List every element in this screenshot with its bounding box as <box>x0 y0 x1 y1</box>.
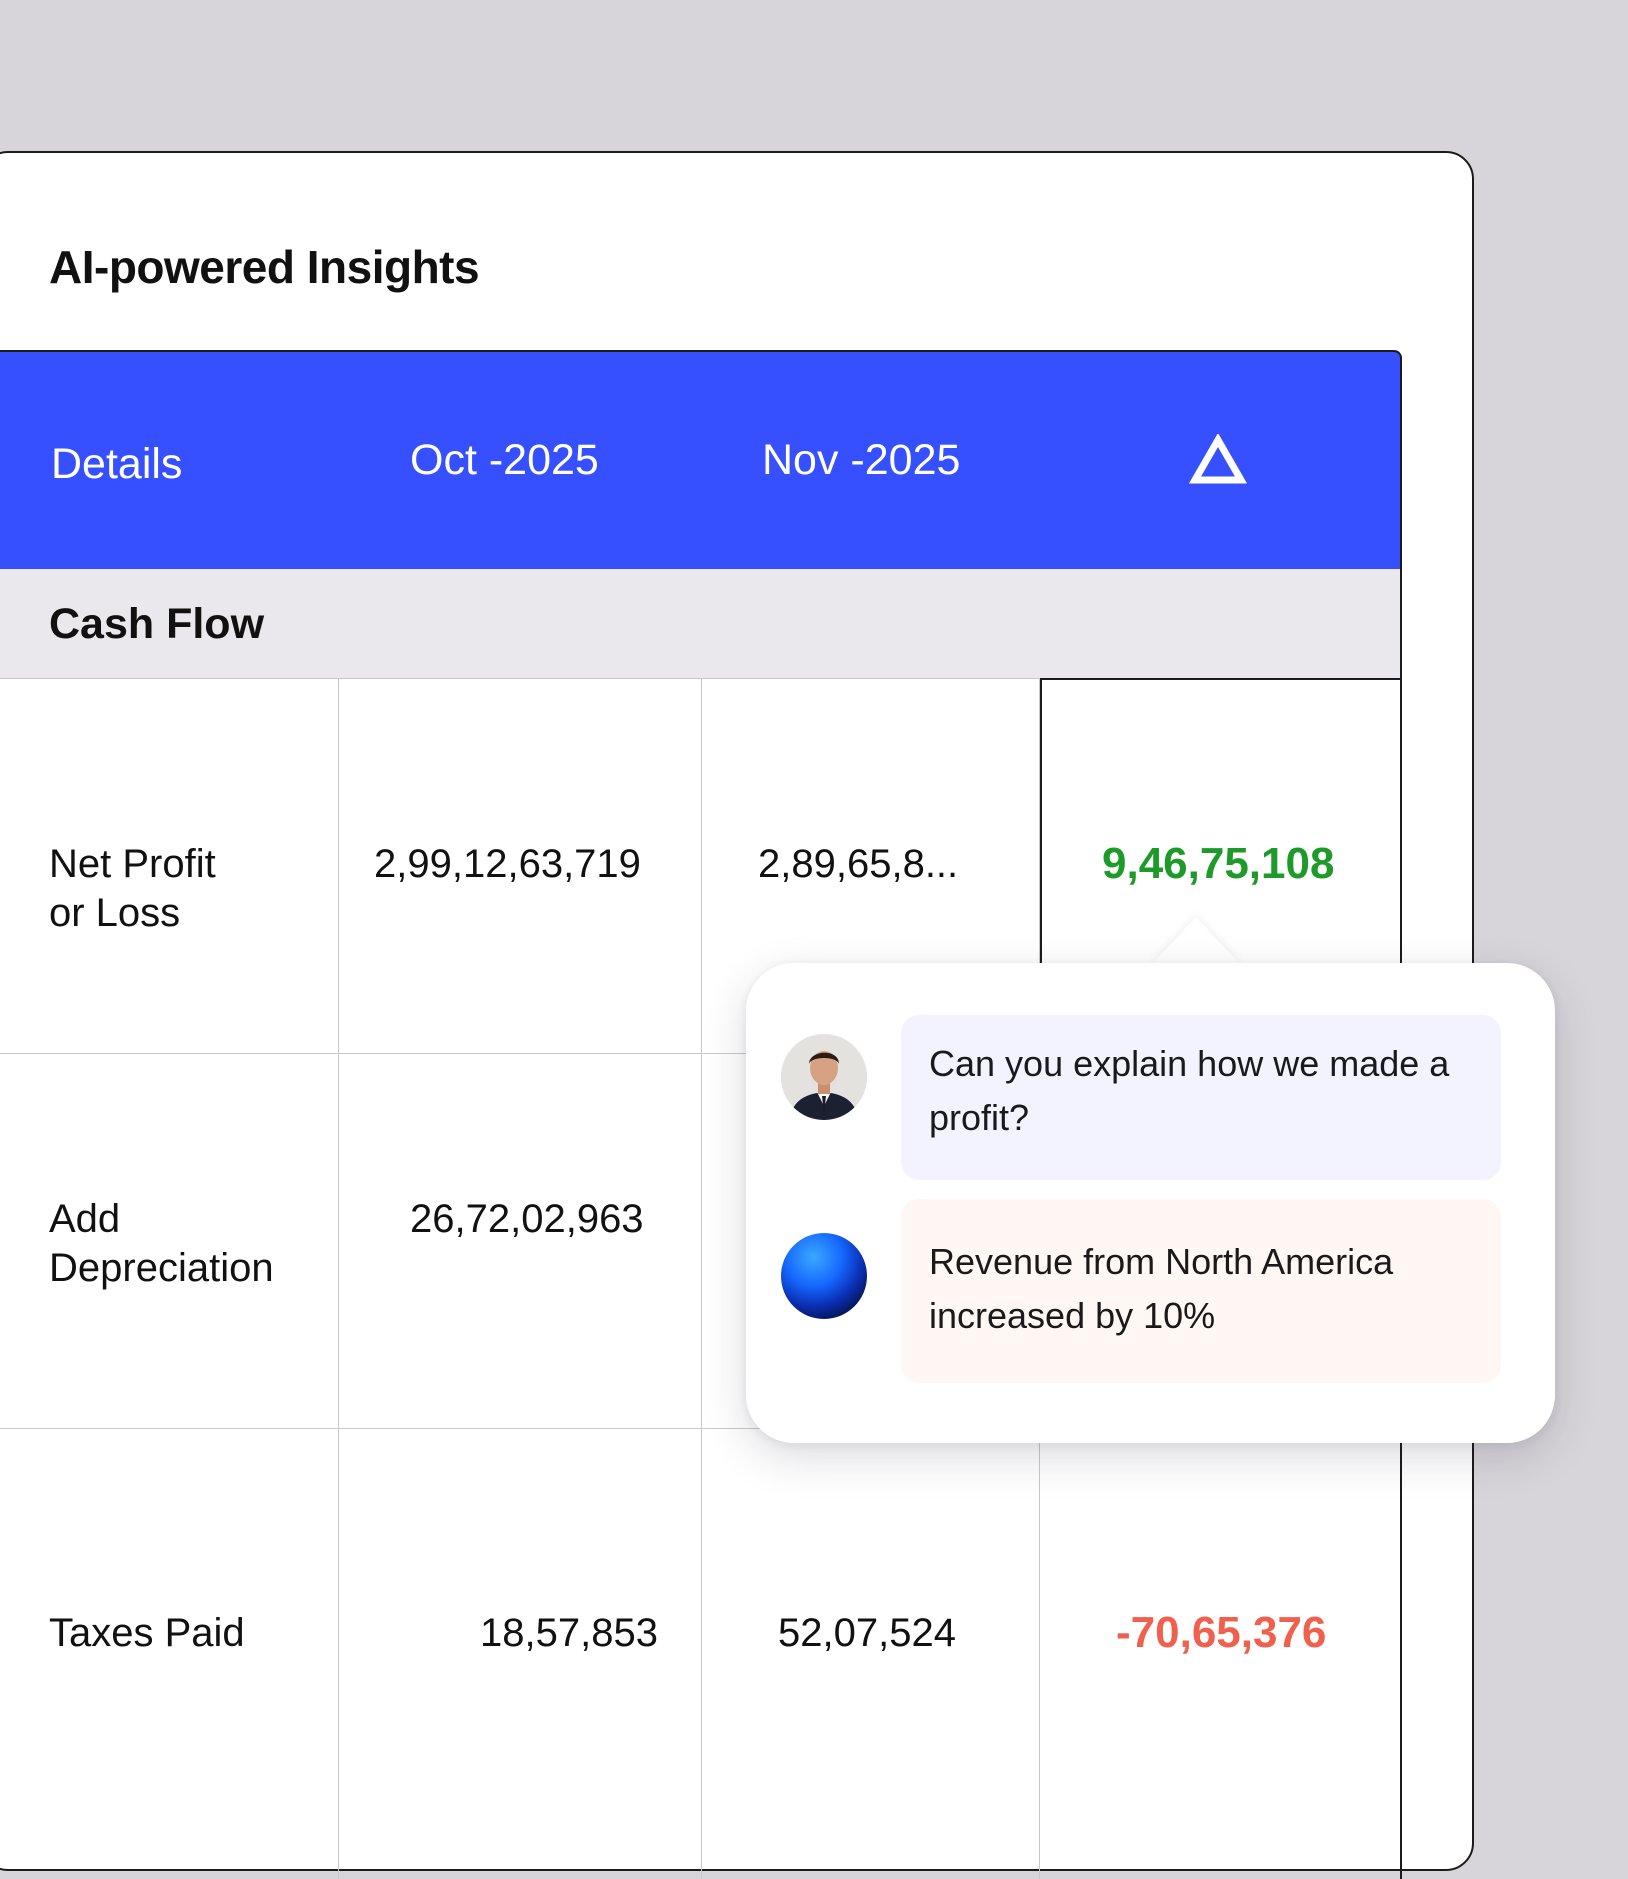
panel-title: AI-powered Insights <box>49 241 480 293</box>
ai-chat-popup: Can you explain how we made a profit? Re… <box>746 963 1555 1443</box>
table-cell-nov: 52,07,524 <box>778 1611 956 1655</box>
column-divider <box>338 679 339 1879</box>
table-cell-delta-negative: -70,65,376 <box>1116 1608 1327 1657</box>
row-label-line: or Loss <box>49 890 181 935</box>
column-header-oct-2025[interactable]: Oct -2025 <box>410 436 599 485</box>
ai-message-bubble: Revenue from North America increased by … <box>901 1199 1501 1383</box>
user-avatar <box>781 1034 867 1120</box>
row-label-line: Add <box>49 1197 121 1241</box>
delta-triangle-icon[interactable] <box>1188 432 1248 486</box>
table-row-label: Add Depreciation <box>49 1195 274 1293</box>
table-row-label: Taxes Paid <box>49 1611 245 1655</box>
column-header-nov-2025[interactable]: Nov -2025 <box>762 436 960 485</box>
row-label-line: Depreciation <box>49 1245 274 1290</box>
column-divider <box>701 679 702 1879</box>
section-row-cash-flow: Cash Flow <box>0 569 1402 679</box>
column-header-details[interactable]: Details <box>51 440 182 489</box>
ai-assistant-orb-icon <box>781 1233 867 1319</box>
table-cell-delta-positive[interactable]: 9,46,75,108 <box>1102 837 1334 891</box>
user-message-bubble: Can you explain how we made a profit? <box>901 1015 1501 1180</box>
table-cell-oct: 18,57,853 <box>480 1611 658 1655</box>
table-cell-nov: 2,89,65,8... <box>758 842 959 886</box>
table-cell-oct: 2,99,12,63,719 <box>374 842 641 886</box>
popup-pointer <box>1151 917 1241 965</box>
table-header: Details Oct -2025 Nov -2025 <box>0 350 1402 569</box>
table-row-label: Net Profit or Loss <box>49 840 216 938</box>
table-cell-oct: 26,72,02,963 <box>410 1197 644 1241</box>
row-label-line: Net Profit <box>49 842 216 886</box>
section-title: Cash Flow <box>49 600 265 648</box>
